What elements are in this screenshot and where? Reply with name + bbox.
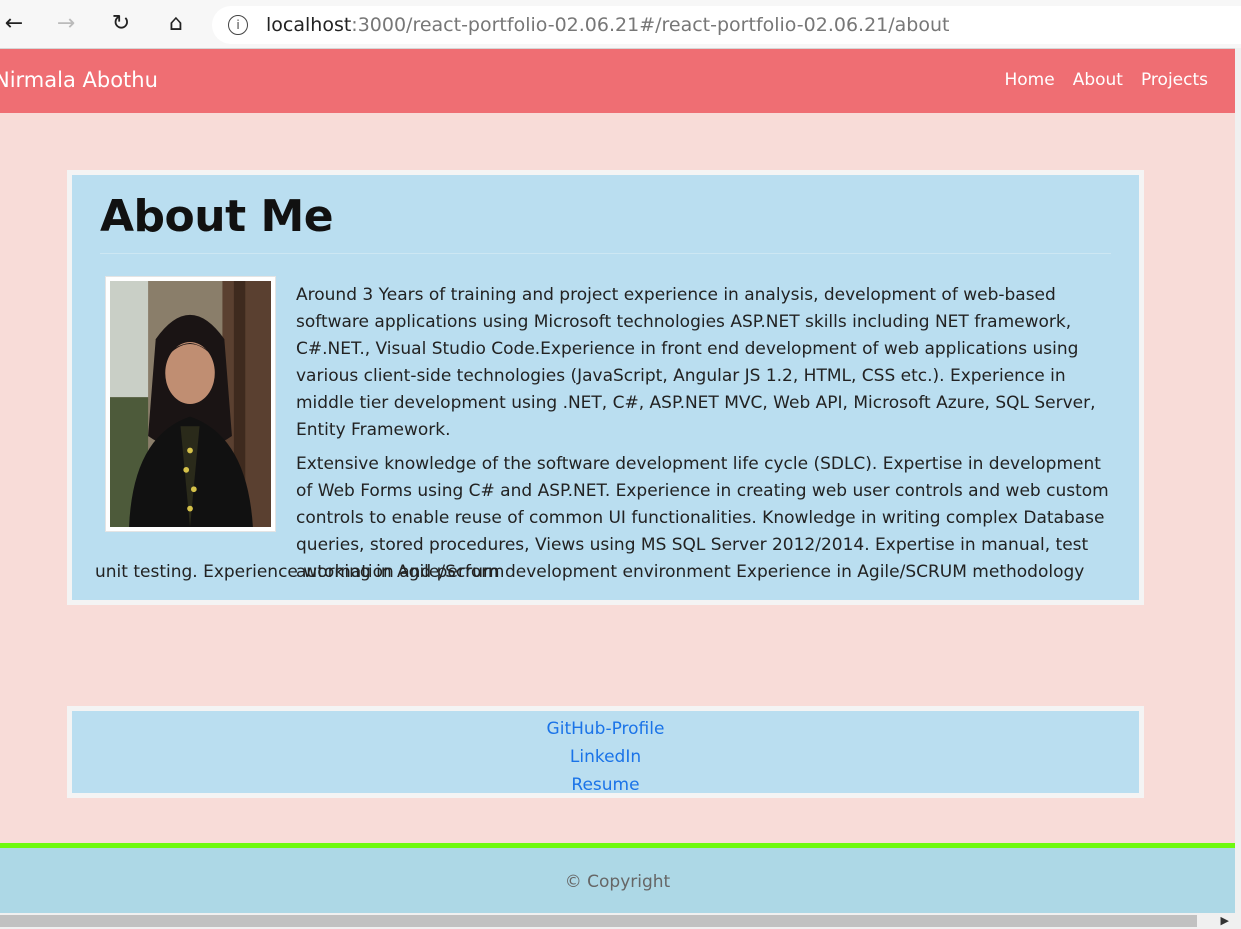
site-footer: © Copyright xyxy=(0,843,1235,918)
list-item: LinkedIn xyxy=(72,743,1139,771)
linkedin-link[interactable]: LinkedIn xyxy=(570,747,641,767)
resume-link[interactable]: Resume xyxy=(571,775,639,795)
scrollbar-thumb[interactable] xyxy=(0,915,1197,927)
profile-photo xyxy=(105,276,276,532)
about-paragraph-1: Around 3 Years of training and project e… xyxy=(296,285,1096,440)
heading-divider xyxy=(100,253,1111,254)
url-text[interactable]: localhost:3000/react-portfolio-02.06.21#… xyxy=(266,14,949,36)
about-paragraph-2-tail: unit testing. Experience working in Agil… xyxy=(95,562,1085,582)
nav-link-about[interactable]: About xyxy=(1073,70,1123,90)
horizontal-scrollbar[interactable]: ▶ xyxy=(0,913,1241,929)
back-arrow-icon[interactable]: ← xyxy=(0,10,28,38)
browser-toolbar: ← → ↻ ⌂ i localhost:3000/react-portfolio… xyxy=(0,0,1241,49)
site-navbar: Nirmala Abothu Home About Projects xyxy=(0,49,1235,113)
reload-icon[interactable]: ↻ xyxy=(107,10,135,38)
url-host: localhost xyxy=(266,14,352,36)
info-icon[interactable]: i xyxy=(228,15,248,35)
profile-links-card: GitHub-Profile LinkedIn Resume xyxy=(67,706,1144,798)
nav-links: Home About Projects xyxy=(1005,70,1209,90)
address-bar[interactable]: i localhost:3000/react-portfolio-02.06.2… xyxy=(212,6,1241,44)
url-path: :3000/react-portfolio-02.06.21#/react-po… xyxy=(351,14,950,36)
list-item: Resume xyxy=(72,771,1139,799)
nav-link-projects[interactable]: Projects xyxy=(1141,70,1208,90)
nav-link-home[interactable]: Home xyxy=(1005,70,1055,90)
about-card: About Me Around 3 Years of training and … xyxy=(67,170,1144,605)
scroll-right-icon[interactable]: ▶ xyxy=(1221,913,1229,929)
profile-links-list: GitHub-Profile LinkedIn Resume xyxy=(72,711,1139,799)
vertical-scrollbar[interactable] xyxy=(1235,48,1241,913)
forward-arrow-icon[interactable]: → xyxy=(52,10,80,38)
github-profile-link[interactable]: GitHub-Profile xyxy=(547,719,665,739)
about-heading: About Me xyxy=(100,191,334,242)
home-icon[interactable]: ⌂ xyxy=(162,10,190,38)
copyright-text: © Copyright xyxy=(564,872,671,892)
list-item: GitHub-Profile xyxy=(72,715,1139,743)
brand-title[interactable]: Nirmala Abothu xyxy=(0,68,158,92)
